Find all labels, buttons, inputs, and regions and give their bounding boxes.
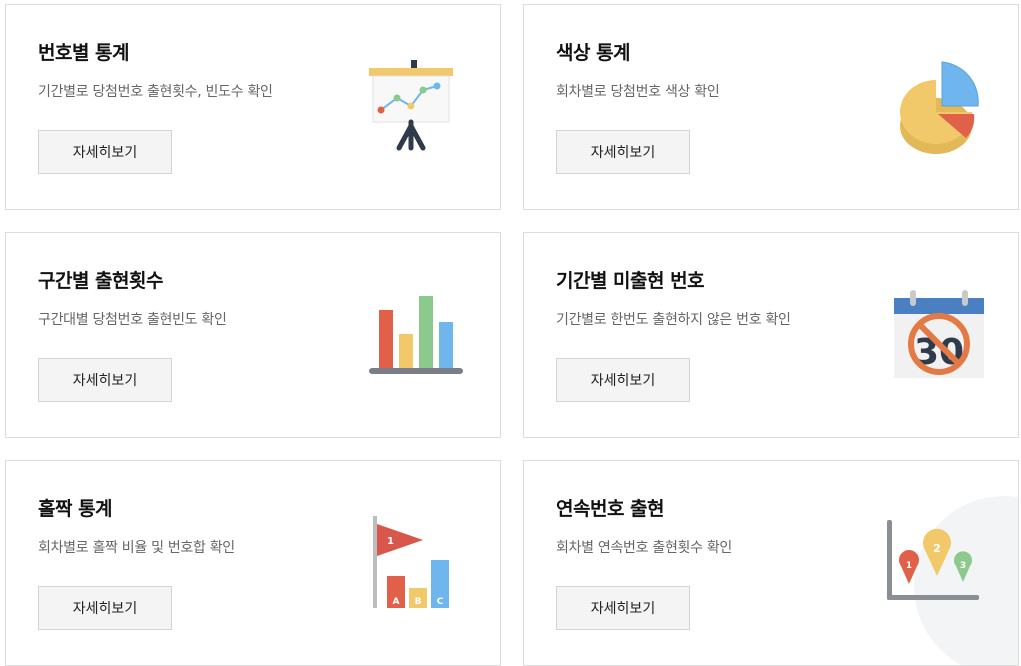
card-description: 회차별로 홀짝 비율 및 번호합 확인 [38, 540, 235, 556]
details-button[interactable]: 자세히보기 [556, 130, 690, 174]
bar-label-c: C [437, 597, 444, 607]
pin-label-3: 3 [960, 561, 966, 571]
card-title: 색상 통계 [556, 42, 631, 64]
card-description: 기간별로 한번도 출현하지 않은 번호 확인 [556, 312, 791, 328]
card-title: 연속번호 출현 [556, 498, 665, 520]
flag-label: 1 [387, 536, 394, 547]
details-button[interactable]: 자세히보기 [556, 586, 690, 630]
card-title: 구간별 출현횟수 [38, 270, 163, 292]
card-range-frequency: 구간별 출현횟수 구간대별 당첨번호 출현빈도 확인 자세히보기 [5, 232, 501, 438]
card-title: 기간별 미출현 번호 [556, 270, 705, 292]
details-button[interactable]: 자세히보기 [38, 130, 172, 174]
bar-label-a: A [393, 597, 400, 607]
card-title: 홀짝 통계 [38, 498, 113, 520]
card-description: 회차별로 당첨번호 색상 확인 [556, 84, 720, 100]
pin-label-2: 2 [933, 542, 941, 555]
card-number-stats: 번호별 통계 기간별로 당첨번호 출현횟수, 빈도수 확인 자세히보기 [5, 4, 501, 210]
card-unappeared-numbers: 기간별 미출현 번호 기간별로 한번도 출현하지 않은 번호 확인 자세히보기 … [523, 232, 1019, 438]
map-pins-chart-icon: 1 2 3 [887, 520, 979, 600]
details-button[interactable]: 자세히보기 [38, 358, 172, 402]
details-button[interactable]: 자세히보기 [38, 586, 172, 630]
card-color-stats: 색상 통계 회차별로 당첨번호 색상 확인 자세히보기 [523, 4, 1019, 210]
bar-label-b: B [415, 597, 422, 607]
pin-label-1: 1 [906, 561, 912, 571]
card-consecutive-numbers: 연속번호 출현 회차별 연속번호 출현횟수 확인 자세히보기 1 2 3 [523, 460, 1019, 666]
presentation-chart-icon [369, 60, 453, 151]
card-odd-even-stats: 홀짝 통계 회차별로 홀짝 비율 및 번호합 확인 자세히보기 1 A B C [5, 460, 501, 666]
details-button[interactable]: 자세히보기 [556, 358, 690, 402]
card-description: 구간대별 당첨번호 출현빈도 확인 [38, 312, 227, 328]
card-description: 회차별 연속번호 출현횟수 확인 [556, 540, 732, 556]
pie-chart-icon [900, 61, 979, 154]
card-description: 기간별로 당첨번호 출현횟수, 빈도수 확인 [38, 84, 273, 100]
flag-bars-icon: 1 A B C [373, 516, 449, 608]
calendar-no-30-icon: 30 [894, 290, 984, 378]
bar-chart-icon [369, 296, 463, 374]
card-title: 번호별 통계 [38, 42, 130, 64]
